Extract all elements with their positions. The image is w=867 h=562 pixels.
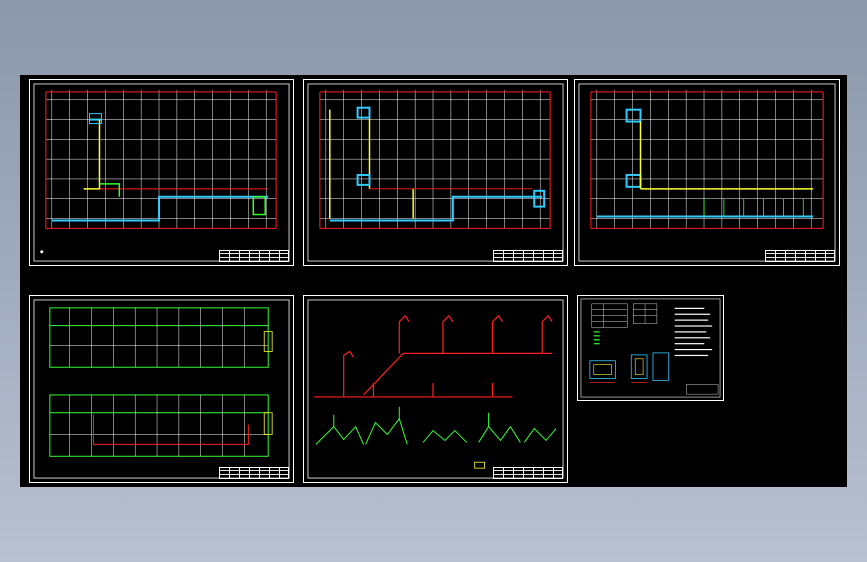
sheet-floor-plan-1[interactable]: ◆ [29,79,294,266]
north-arrow-icon: ◆ [40,249,44,255]
sheet-6-drawing [580,298,721,398]
sheet-double-floor-plan[interactable] [29,295,294,483]
drawing-canvas[interactable]: ◆ [20,75,847,487]
sheet-4-title-block [219,467,289,479]
sheet-notes-details[interactable] [577,295,724,401]
sheet-4-drawing [33,299,290,479]
sheet-1-drawing: ◆ [33,83,290,262]
sheet-floor-plan-2[interactable] [303,79,568,266]
sheet-2-title-block [493,250,563,262]
sheet-2-drawing [307,83,564,262]
sheet-5-drawing [307,299,564,479]
sheet-5-title-block [493,467,563,479]
sheet-3-title-block [765,250,835,262]
sheet-3-drawing [578,83,836,262]
sheet-1-title-block [219,250,289,262]
sheet-floor-plan-3[interactable] [574,79,840,266]
sheet-piping-isometric[interactable] [303,295,568,483]
